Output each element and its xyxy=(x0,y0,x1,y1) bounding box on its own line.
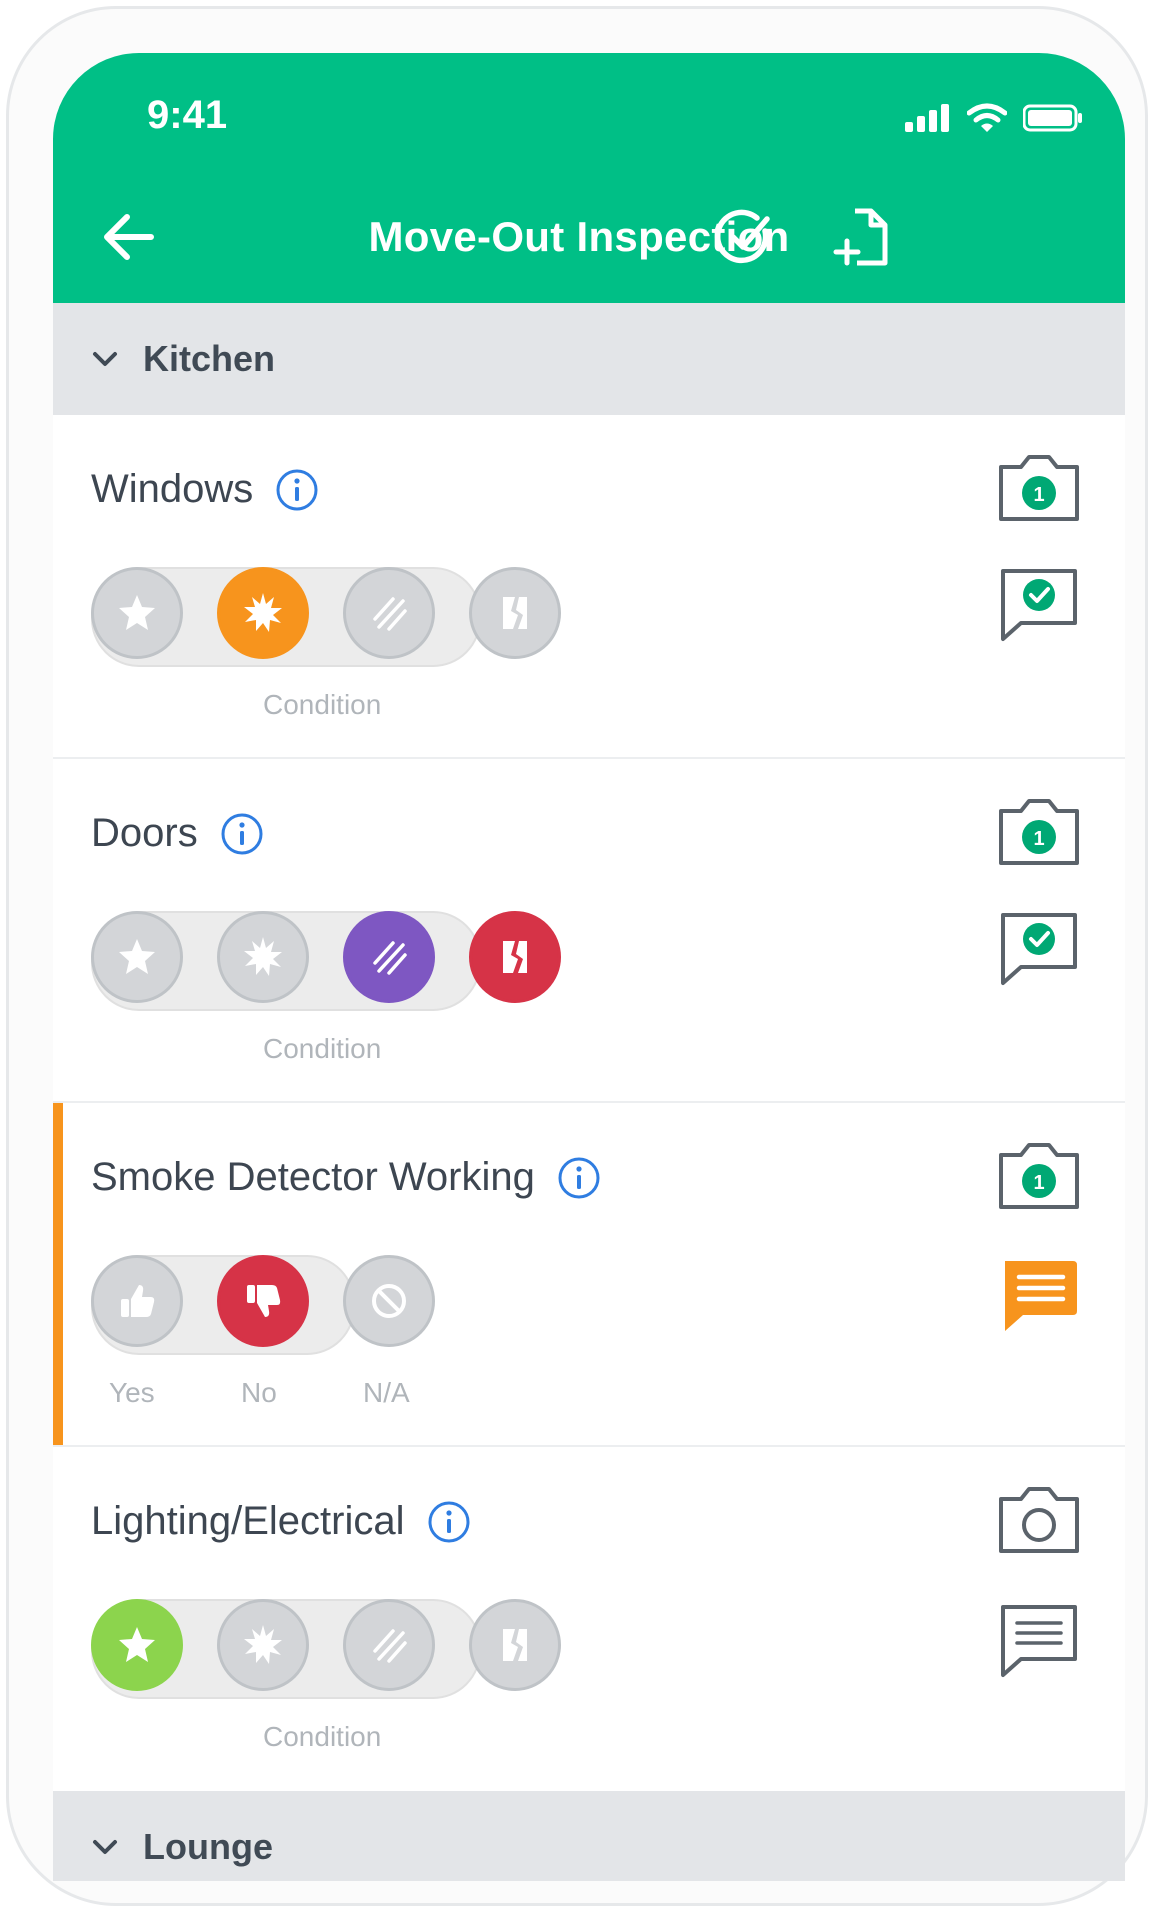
condition-broken-button[interactable] xyxy=(469,1599,561,1691)
info-icon[interactable] xyxy=(275,468,319,512)
chevron-down-icon xyxy=(93,1840,117,1854)
broken-icon xyxy=(503,1629,527,1661)
page-title: Move-Out Inspection xyxy=(368,213,790,260)
info-icon[interactable] xyxy=(220,812,264,856)
broken-icon xyxy=(503,597,527,629)
photo-button[interactable]: 1 xyxy=(993,443,1085,535)
item-title-text: Lighting/Electrical xyxy=(91,1499,405,1543)
section-header-lounge[interactable]: Lounge xyxy=(53,1791,1125,1881)
thumbs-up-icon xyxy=(121,1285,155,1317)
condition-broken-button[interactable] xyxy=(469,567,561,659)
condition-good-button[interactable] xyxy=(91,567,183,659)
photo-count: 1 xyxy=(1033,484,1044,506)
inspection-item-windows: Windows Condition 1 xyxy=(53,415,1125,759)
star-icon xyxy=(119,595,155,630)
splat-icon xyxy=(244,1625,282,1664)
info-icon[interactable] xyxy=(427,1500,471,1544)
comment-button[interactable] xyxy=(993,1595,1085,1687)
battery-icon xyxy=(1023,104,1082,132)
condition-scratched-button[interactable] xyxy=(343,1599,435,1691)
splat-icon xyxy=(244,937,282,976)
complete-inspection-button[interactable] xyxy=(709,201,781,273)
not-applicable-icon xyxy=(372,1284,406,1318)
condition-scratched-button[interactable] xyxy=(343,911,435,1003)
info-icon[interactable] xyxy=(557,1156,601,1200)
note-filled-icon xyxy=(1005,1261,1077,1331)
condition-damaged-button[interactable] xyxy=(217,911,309,1003)
answer-yes-label: Yes xyxy=(109,1377,155,1408)
answer-no-label: No xyxy=(241,1377,277,1408)
photo-count: 1 xyxy=(1033,1172,1044,1194)
app-screen: 9:41 Move-Out Inspection Kitchen Windows… xyxy=(53,53,1125,1881)
answer-no-button[interactable] xyxy=(217,1255,309,1347)
scratch-icon xyxy=(373,1629,407,1663)
condition-scratched-button[interactable] xyxy=(343,567,435,659)
photo-button[interactable]: 1 xyxy=(993,787,1085,879)
comment-button[interactable] xyxy=(993,901,1085,993)
camera-icon: 1 xyxy=(999,1143,1079,1209)
condition-label: Condition xyxy=(263,1721,382,1752)
photo-count: 1 xyxy=(1033,828,1044,850)
phone-frame: 9:41 Move-Out Inspection Kitchen Windows… xyxy=(6,6,1148,1906)
add-document-button[interactable] xyxy=(825,201,897,273)
status-time: 9:41 xyxy=(147,93,228,137)
wifi-icon xyxy=(967,103,1007,132)
check-circle-icon xyxy=(714,209,770,264)
condition-label: Condition xyxy=(263,689,382,720)
condition-broken-button[interactable] xyxy=(469,911,561,1003)
answer-na-label: N/A xyxy=(363,1377,410,1408)
item-title-text: Doors xyxy=(91,811,198,855)
status-icons xyxy=(905,103,1083,133)
scratch-icon xyxy=(373,597,407,631)
item-title-text: Smoke Detector Working xyxy=(91,1155,535,1199)
inspection-item-lighting-electrical: Lighting/Electrical Condition xyxy=(53,1447,1125,1791)
chevron-down-icon xyxy=(93,352,117,366)
condition-good-button[interactable] xyxy=(91,911,183,1003)
answer-yes-button[interactable] xyxy=(91,1255,183,1347)
condition-good-button[interactable] xyxy=(91,1599,183,1691)
star-icon xyxy=(119,939,155,974)
scratch-icon xyxy=(373,941,407,975)
item-title: Lighting/Electrical xyxy=(91,1499,471,1544)
app-header: 9:41 Move-Out Inspection xyxy=(53,53,1125,303)
inspection-item-doors: Doors Condition 1 xyxy=(53,759,1125,1103)
comment-button[interactable] xyxy=(993,557,1085,649)
item-title: Doors xyxy=(91,811,264,856)
condition-damaged-button[interactable] xyxy=(217,567,309,659)
broken-icon xyxy=(503,941,527,973)
star-icon xyxy=(119,1627,155,1662)
item-title-text: Windows xyxy=(91,467,254,511)
add-document-icon xyxy=(833,208,888,266)
signal-icon xyxy=(905,104,949,132)
flag-accent-bar xyxy=(53,1103,63,1445)
inspection-item-smoke-detector: Smoke Detector Working Yes No N/A 1 xyxy=(53,1103,1125,1447)
camera-icon: 1 xyxy=(999,455,1079,521)
comment-check-icon xyxy=(1001,569,1077,641)
condition-label: Condition xyxy=(263,1033,382,1064)
item-title: Windows xyxy=(91,467,319,512)
splat-icon xyxy=(244,593,282,632)
comment-check-icon xyxy=(1001,913,1077,985)
photo-button[interactable]: 1 xyxy=(993,1131,1085,1223)
section-label: Lounge xyxy=(143,1826,273,1867)
camera-icon xyxy=(999,1487,1079,1553)
item-title: Smoke Detector Working xyxy=(91,1155,601,1200)
section-header-kitchen[interactable]: Kitchen xyxy=(53,303,1125,415)
section-label: Kitchen xyxy=(143,338,276,379)
note-button[interactable] xyxy=(993,1251,1085,1343)
camera-icon: 1 xyxy=(999,799,1079,865)
photo-button[interactable] xyxy=(993,1475,1085,1567)
condition-damaged-button[interactable] xyxy=(217,1599,309,1691)
comment-empty-icon xyxy=(1001,1605,1077,1677)
answer-na-button[interactable] xyxy=(343,1255,435,1347)
thumbs-down-icon xyxy=(247,1285,281,1317)
